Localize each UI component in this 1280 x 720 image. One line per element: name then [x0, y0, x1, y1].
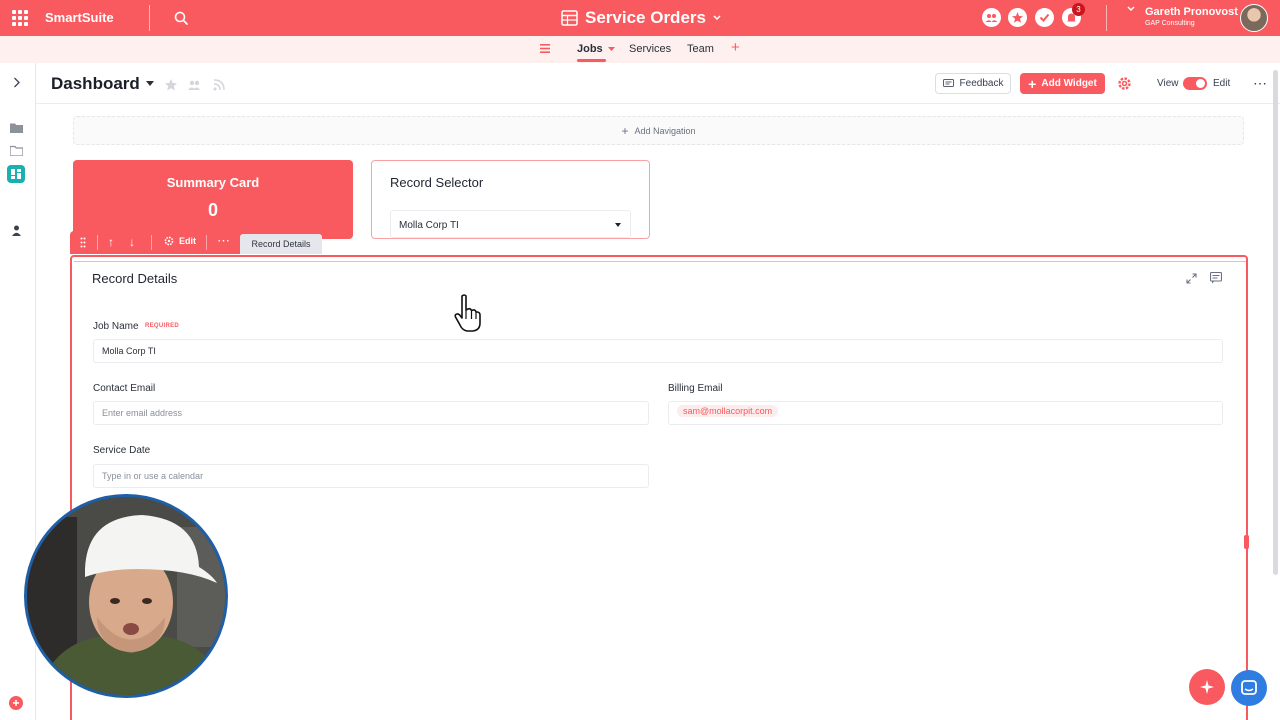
- service-date-label: Service Date: [93, 445, 151, 456]
- comment-icon[interactable]: [1210, 272, 1222, 284]
- top-bar: SmartSuite Service Orders 3 Gareth Prono…: [0, 0, 1280, 36]
- email-chip[interactable]: sam@mollacorpit.com: [677, 405, 779, 417]
- more-options-icon[interactable]: ⋯: [217, 233, 231, 249]
- table-tabs-bar: Jobs Services Team +: [0, 36, 1280, 63]
- edit-mode-label[interactable]: Edit: [1213, 78, 1230, 89]
- widget-toolbar: ↑ ↓ Edit ⋯: [70, 231, 240, 254]
- view-mode-label[interactable]: View: [1157, 78, 1179, 89]
- plus-icon: +: [621, 123, 629, 138]
- summary-card-value: 0: [207, 200, 218, 220]
- plus-icon: +: [1028, 75, 1037, 92]
- caret-down-icon: [607, 46, 615, 51]
- user-avatar[interactable]: [1240, 4, 1268, 32]
- widget-name-tab: Record Details: [240, 234, 322, 254]
- contact-email-input[interactable]: Enter email address: [93, 401, 649, 425]
- hand-cursor-icon: [454, 294, 481, 332]
- hamburger-menu-icon[interactable]: [540, 44, 550, 53]
- required-badge: REQUIRED: [145, 323, 180, 329]
- resize-handle[interactable]: [1244, 535, 1249, 549]
- folder-icon[interactable]: [10, 122, 23, 133]
- presenter-webcam: [24, 494, 228, 698]
- widget-edit-label: Edit: [179, 236, 196, 246]
- job-name-input[interactable]: Molla Corp TI: [93, 339, 1223, 363]
- table-icon: [561, 10, 578, 26]
- tab-jobs[interactable]: Jobs: [577, 43, 615, 55]
- page-scrollbar[interactable]: [1273, 70, 1278, 575]
- divider: [149, 5, 150, 31]
- page-title[interactable]: Dashboard: [51, 74, 140, 94]
- caret-down-icon[interactable]: [146, 81, 154, 86]
- gear-icon[interactable]: [1117, 76, 1132, 91]
- app-title: Service Orders: [585, 8, 706, 27]
- add-navigation-button[interactable]: + Add Navigation: [73, 116, 1244, 145]
- chat-support-button[interactable]: [1231, 670, 1267, 706]
- assistant-button[interactable]: [1189, 669, 1225, 705]
- divider: [1106, 5, 1107, 31]
- person-icon[interactable]: [11, 225, 22, 236]
- active-tab-indicator: [577, 59, 606, 62]
- arrow-down-icon[interactable]: ↓: [129, 235, 135, 249]
- more-options-icon[interactable]: ⋯: [1253, 75, 1268, 92]
- tab-label: Jobs: [577, 43, 603, 55]
- service-date-input[interactable]: Type in or use a calendar: [93, 464, 649, 488]
- widget-edit-button[interactable]: Edit: [164, 236, 196, 246]
- view-edit-toggle[interactable]: [1183, 77, 1207, 90]
- add-widget-button[interactable]: + Add Widget: [1020, 73, 1105, 94]
- solution-title[interactable]: Service Orders: [561, 7, 721, 29]
- divider: [97, 235, 98, 250]
- record-selector-dropdown[interactable]: Molla Corp TI: [390, 210, 631, 238]
- rss-feed-icon[interactable]: [212, 78, 226, 92]
- search-icon[interactable]: [173, 10, 189, 26]
- star-icon[interactable]: [164, 78, 178, 92]
- brand-name[interactable]: SmartSuite: [45, 10, 114, 25]
- gear-icon: [164, 236, 174, 246]
- summary-card-title: Summary Card: [166, 175, 260, 190]
- share-users-icon[interactable]: [187, 78, 201, 92]
- comment-icon: [942, 78, 954, 87]
- chevron-down-icon: [713, 15, 721, 21]
- feedback-label: Feedback: [959, 78, 1004, 89]
- record-selector-title: Record Selector: [390, 175, 484, 190]
- user-org: GAP Consulting: [1145, 20, 1195, 27]
- job-name-label: Job Name: [93, 321, 139, 332]
- chevron-down-icon[interactable]: [1127, 6, 1135, 12]
- contact-email-label: Contact Email: [93, 383, 156, 394]
- checkmark-icon[interactable]: [1035, 8, 1054, 27]
- header-divider: [36, 103, 1280, 104]
- expand-icon[interactable]: [1186, 273, 1197, 284]
- chevron-right-icon[interactable]: [11, 77, 22, 88]
- tab-team[interactable]: Team: [687, 43, 714, 55]
- add-table-icon[interactable]: +: [731, 39, 740, 56]
- caret-down-icon: [615, 223, 621, 227]
- add-navigation-label: Add Navigation: [634, 125, 696, 136]
- panel-inner-border: [74, 261, 1246, 720]
- help-icon[interactable]: [9, 696, 23, 710]
- dashboard-icon[interactable]: [7, 165, 25, 183]
- user-name[interactable]: Gareth Pronovost: [1145, 6, 1238, 18]
- star-icon[interactable]: [1008, 8, 1027, 27]
- record-selector-widget[interactable]: Record Selector Molla Corp TI: [371, 160, 650, 239]
- add-widget-label: Add Widget: [1041, 78, 1097, 89]
- notification-count-badge: 3: [1072, 3, 1085, 16]
- tab-services[interactable]: Services: [629, 43, 671, 55]
- apps-grid-icon[interactable]: [12, 10, 28, 26]
- arrow-up-icon[interactable]: ↑: [108, 235, 114, 249]
- billing-email-input[interactable]: sam@mollacorpit.com: [668, 401, 1223, 425]
- billing-email-label: Billing Email: [668, 383, 723, 394]
- members-icon[interactable]: [982, 8, 1001, 27]
- divider: [151, 235, 152, 250]
- feedback-button[interactable]: Feedback: [935, 73, 1011, 94]
- folder-open-icon[interactable]: [10, 145, 23, 156]
- record-details-title: Record Details: [92, 271, 178, 286]
- divider: [206, 235, 207, 250]
- drag-handle-icon[interactable]: [80, 237, 86, 248]
- summary-card-widget[interactable]: Summary Card 0: [73, 160, 353, 239]
- selected-record: Molla Corp TI: [399, 220, 459, 231]
